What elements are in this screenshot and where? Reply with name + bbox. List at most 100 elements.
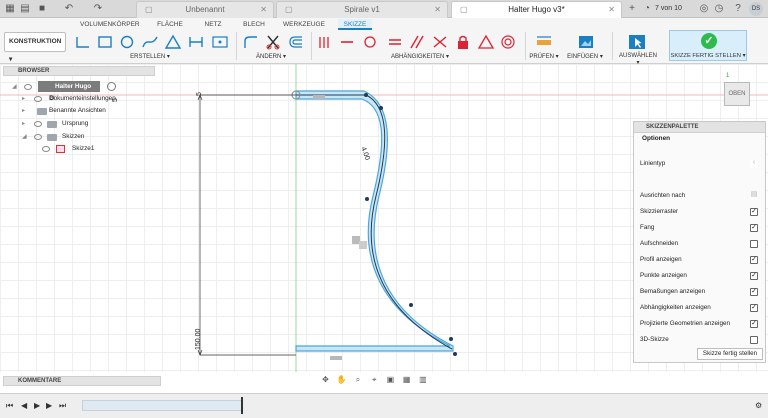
tab-werkzeuge[interactable]: WERKZEUGE: [283, 19, 325, 30]
palette-header[interactable]: SKIZZENPALETTE: [634, 122, 765, 133]
tab-blech[interactable]: BLECH: [240, 19, 268, 30]
option-checkbox[interactable]: [750, 336, 758, 344]
palette-option[interactable]: Abhängigkeiten anzeigen ✓: [640, 302, 760, 314]
tree-item-skizzen[interactable]: ◢ Skizzen: [22, 131, 152, 143]
option-checkbox[interactable]: ✓: [750, 320, 758, 328]
midpoint-constraint-icon[interactable]: [477, 34, 495, 50]
palette-section-options[interactable]: Optionen: [634, 133, 765, 144]
concentric-constraint-icon[interactable]: [499, 34, 517, 50]
timeline-settings-icon[interactable]: ⚙: [755, 401, 762, 410]
linetype-icon[interactable]: ‹: [750, 159, 758, 168]
equal-constraint-icon[interactable]: [386, 34, 404, 50]
file-counter[interactable]: 7 von 10: [655, 3, 682, 15]
palette-option[interactable]: Bemaßungen anzeigen ✓: [640, 286, 760, 298]
close-icon[interactable]: ✕: [608, 2, 615, 18]
tree-item-dokumenteinstellungen[interactable]: ▸ ⚙ Dokumenteinstellungen: [22, 93, 152, 105]
tab-flaeche[interactable]: FLÄCHE: [154, 19, 186, 30]
tree-item-benannte-ansichten[interactable]: ▸ Benannte Ansichten: [22, 105, 152, 117]
option-checkbox[interactable]: ✓: [750, 304, 758, 312]
rectangle-tool-icon[interactable]: [96, 34, 114, 50]
file-icon[interactable]: ▤: [19, 3, 31, 15]
grid-settings-icon[interactable]: ▦: [400, 375, 413, 385]
trim-tool-icon[interactable]: [264, 34, 282, 50]
collapse-icon[interactable]: ◢: [22, 131, 30, 143]
comments-panel[interactable]: KOMMENTARE: [3, 376, 161, 386]
tab-skizze[interactable]: SKIZZE: [338, 19, 372, 30]
tab-volumenkoerper[interactable]: VOLUMENKÖRPER: [80, 19, 140, 30]
eye-icon[interactable]: [34, 134, 42, 140]
palette-option[interactable]: Punkte anzeigen ✓: [640, 270, 760, 282]
measure-icon[interactable]: [535, 34, 553, 50]
spline-tool-icon[interactable]: [141, 34, 159, 50]
go-to-start-icon[interactable]: ⏮: [6, 401, 13, 411]
option-checkbox[interactable]: ✓: [750, 208, 758, 216]
tab-halter-hugo[interactable]: ▢ Halter Hugo v3* ✕: [451, 1, 622, 18]
tab-netz[interactable]: NETZ: [201, 19, 225, 30]
finish-sketch-button[interactable]: ✓ SKIZZE FERTIG STELLEN ▾: [669, 30, 747, 61]
expand-icon[interactable]: ▸: [22, 118, 30, 130]
fix-constraint-icon[interactable]: [454, 34, 472, 50]
go-to-end-icon[interactable]: ⏭: [59, 401, 66, 411]
eye-icon[interactable]: [42, 146, 50, 152]
user-avatar[interactable]: DS: [749, 2, 763, 16]
timeline-track[interactable]: [82, 400, 242, 411]
eye-icon[interactable]: [34, 96, 42, 102]
palette-option[interactable]: Aufschneiden: [640, 238, 760, 250]
viewports-icon[interactable]: ▥: [416, 375, 429, 385]
component-root-label[interactable]: Halter Hugo v3: [38, 81, 100, 101]
group-einfuegen[interactable]: EINFÜGEN ▾: [566, 53, 604, 60]
play-icon[interactable]: ▶: [34, 401, 40, 410]
group-erstellen[interactable]: ERSTELLEN ▾: [130, 53, 170, 60]
tree-item-ursprung[interactable]: ▸ Ursprung: [22, 118, 152, 130]
group-aendern[interactable]: ÄNDERN ▾: [254, 53, 288, 60]
option-checkbox[interactable]: [750, 240, 758, 248]
perpendicular-constraint-icon[interactable]: [431, 34, 449, 50]
expand-icon[interactable]: ▸: [22, 93, 30, 105]
palette-option[interactable]: Fang ✓: [640, 222, 760, 234]
option-checkbox[interactable]: ✓: [750, 272, 758, 280]
offset-tool-icon[interactable]: [287, 34, 305, 50]
job-status-icon[interactable]: ◔: [641, 3, 653, 15]
eye-icon[interactable]: [34, 121, 42, 127]
palette-finish-button[interactable]: Skizze fertig stellen: [697, 348, 763, 360]
option-checkbox[interactable]: ✓: [750, 288, 758, 296]
grid-menu-icon[interactable]: ▦: [4, 3, 16, 15]
collapse-icon[interactable]: ◢: [12, 81, 20, 93]
step-back-icon[interactable]: ◀: [21, 401, 27, 410]
fit-icon[interactable]: ⌖: [368, 375, 381, 385]
point-tool-icon[interactable]: [211, 34, 229, 50]
activate-radio-icon[interactable]: [107, 82, 116, 91]
tree-item-skizze1[interactable]: Skizze1: [40, 143, 150, 155]
line-tool-icon[interactable]: [74, 34, 92, 50]
option-checkbox[interactable]: ✓: [750, 256, 758, 264]
palette-option[interactable]: Profil anzeigen ✓: [640, 254, 760, 266]
zoom-icon[interactable]: ⌕: [351, 375, 364, 385]
palette-option[interactable]: Linientyp ‹: [640, 158, 760, 170]
workspace-switcher[interactable]: KONSTRUKTION ▾: [4, 32, 66, 63]
insert-image-icon[interactable]: [577, 34, 595, 50]
save-icon[interactable]: ■: [36, 3, 48, 15]
step-forward-icon[interactable]: ▶: [46, 401, 52, 410]
help-icon[interactable]: ?: [732, 3, 744, 15]
tab-unbenannt[interactable]: ▢ Unbenannt ✕: [136, 1, 274, 18]
dimension-tool-icon[interactable]: [187, 34, 205, 50]
collinear-constraint-icon[interactable]: [338, 34, 356, 50]
group-abhaengigkeiten[interactable]: ABHÄNGIGKEITEN ▾: [387, 53, 453, 60]
tangent-constraint-icon[interactable]: [361, 34, 379, 50]
palette-option[interactable]: Ausrichten nach ▤: [640, 190, 760, 202]
undo-icon[interactable]: ↶: [63, 3, 75, 15]
expand-icon[interactable]: ▸: [22, 105, 30, 117]
parallel-constraint-icon[interactable]: [408, 34, 426, 50]
palette-option[interactable]: Projizierte Geometrien anzeigen ✓: [640, 318, 760, 330]
fillet-tool-icon[interactable]: [242, 34, 260, 50]
display-settings-icon[interactable]: ▣: [384, 375, 397, 385]
group-pruefen[interactable]: PRÜFEN ▾: [528, 53, 560, 60]
clock-icon[interactable]: ◷: [713, 3, 725, 15]
option-checkbox[interactable]: ▤: [750, 191, 758, 200]
redo-icon[interactable]: ↷: [92, 3, 104, 15]
pan-icon[interactable]: ✋: [335, 375, 348, 385]
bell-icon[interactable]: ◎: [698, 3, 710, 15]
palette-option[interactable]: Skizzierraster ✓: [640, 206, 760, 218]
polygon-tool-icon[interactable]: [164, 34, 182, 50]
new-tab-icon[interactable]: +: [626, 3, 638, 15]
